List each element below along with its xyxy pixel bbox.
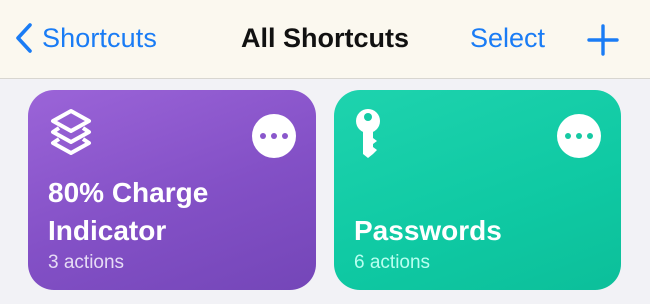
ellipsis-icon [260, 133, 288, 139]
shortcut-action-count: 3 actions [48, 252, 125, 273]
page-title: All Shortcuts [240, 23, 409, 53]
shortcut-card-charge-indicator[interactable]: 80% Charge Indicator 3 actions [28, 90, 316, 290]
shortcut-action-count: 6 actions [354, 252, 431, 273]
ellipsis-icon [565, 133, 593, 139]
shortcut-title: 80% Charge Indicator [48, 177, 209, 246]
select-button[interactable]: Select [470, 18, 545, 58]
shortcut-title: Passwords [354, 215, 502, 246]
layers-icon [51, 109, 91, 155]
shortcut-card-passwords[interactable]: Passwords 6 actions [334, 90, 621, 290]
plus-icon[interactable] [585, 22, 621, 58]
more-options-button[interactable] [252, 114, 296, 158]
more-options-button[interactable] [557, 114, 601, 158]
navigation-bar: Shortcuts All Shortcuts Select [0, 0, 650, 79]
key-icon [356, 109, 380, 158]
